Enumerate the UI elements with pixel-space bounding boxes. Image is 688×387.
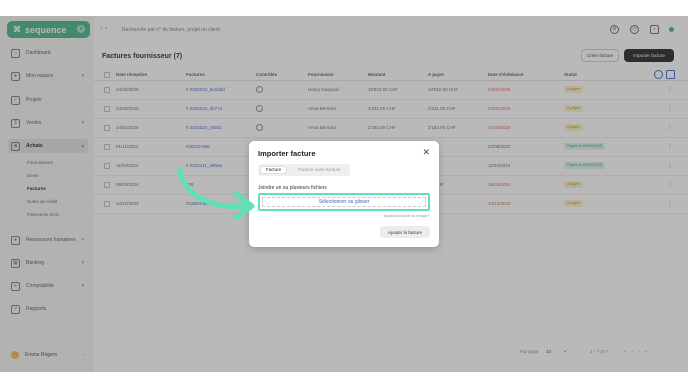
modal-title: Importer facture: [258, 149, 316, 158]
tab-facture-sans-ecriture[interactable]: Facture sans écriture: [291, 166, 348, 174]
modal-tabs: Facture Facture sans écriture: [258, 164, 350, 176]
arrow-shaft: [177, 167, 249, 210]
pointer-arrow-icon: [177, 167, 255, 221]
add-invoice-button[interactable]: Ajouter la facture: [380, 226, 430, 238]
file-dropzone-highlight: Sélectionner ou glisser: [258, 193, 430, 211]
tab-facture[interactable]: Facture: [260, 166, 287, 174]
file-dropzone[interactable]: Sélectionner ou glisser: [262, 197, 426, 207]
file-type-hint: application/pdf ou image/*: [383, 213, 430, 218]
import-invoice-modal: Importer facture ✕ Facture Facture sans …: [249, 141, 439, 247]
close-icon[interactable]: ✕: [422, 148, 430, 157]
attach-label: Joindre un ou plusieurs fichiers: [258, 185, 327, 191]
